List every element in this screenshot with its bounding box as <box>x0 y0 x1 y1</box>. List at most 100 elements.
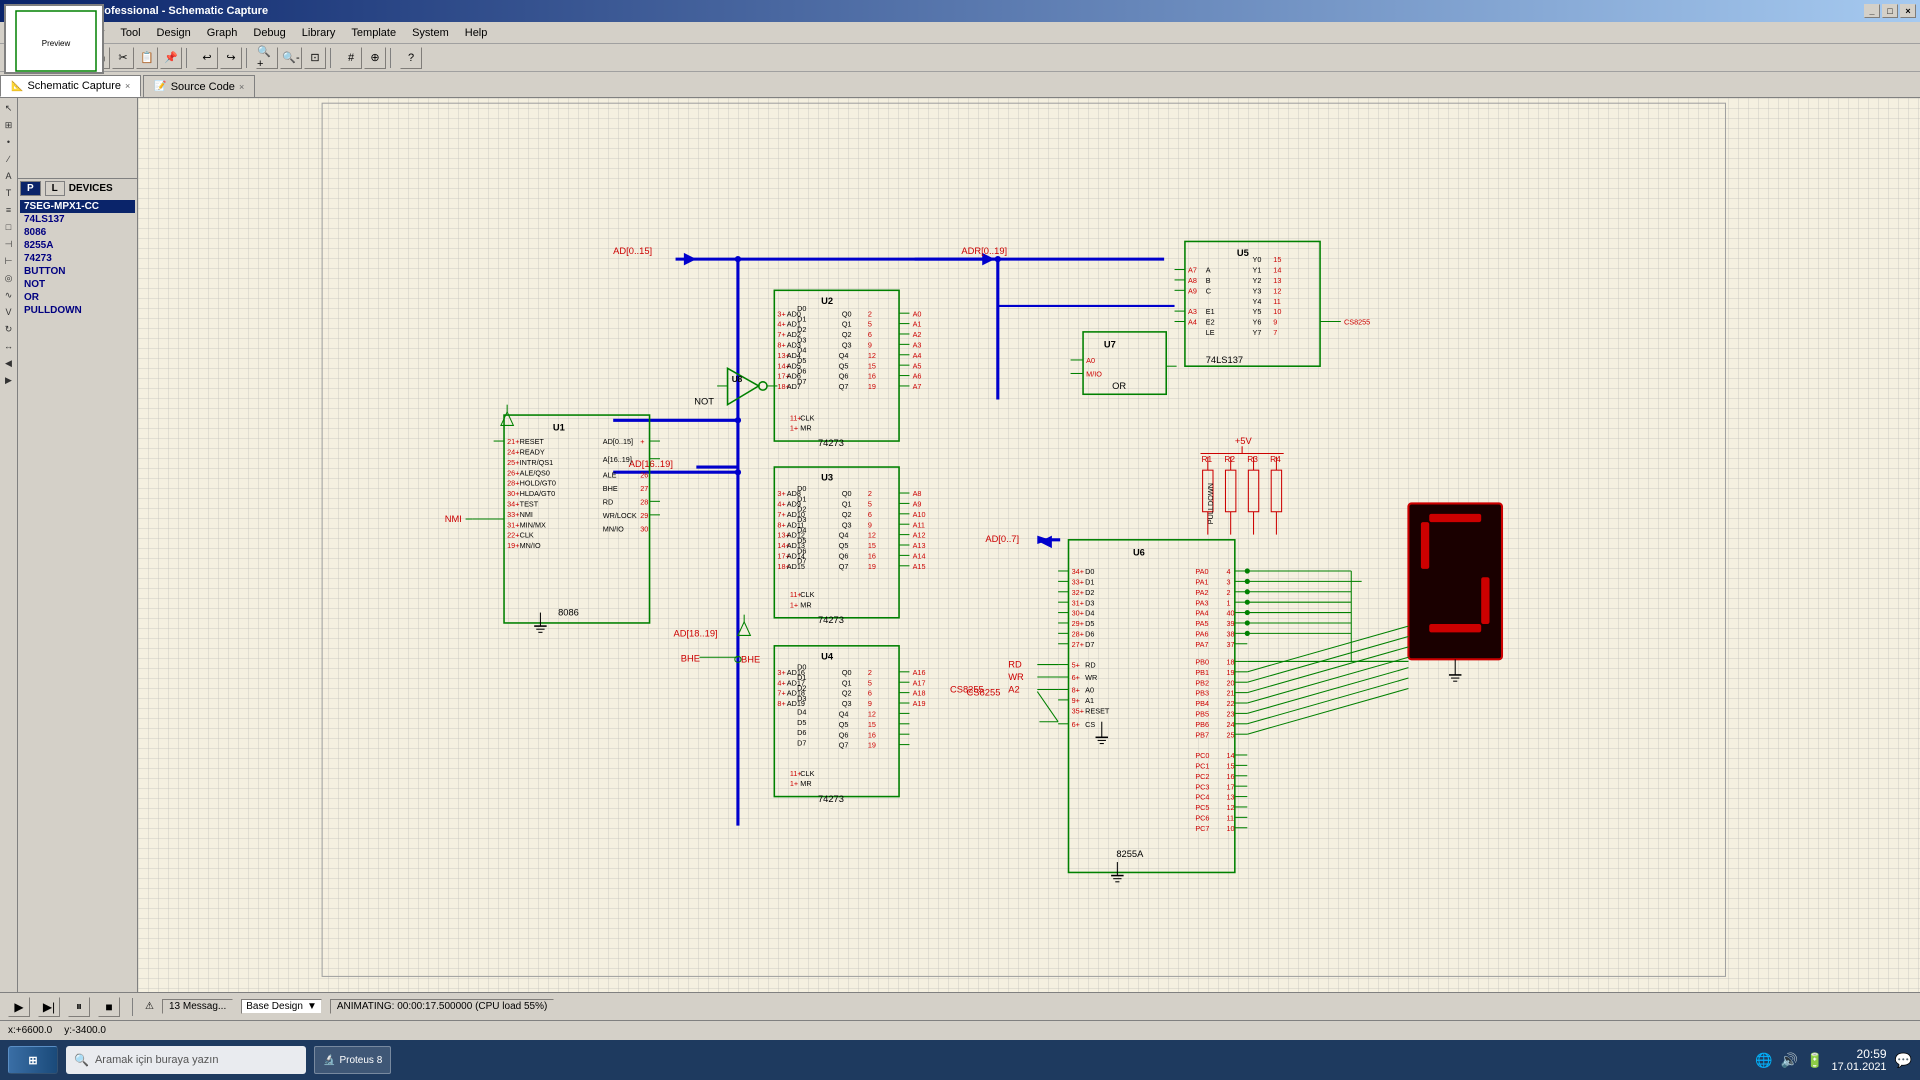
menu-graph[interactable]: Graph <box>199 25 246 41</box>
device-pulldown[interactable]: PULLDOWN <box>20 304 135 317</box>
step-button[interactable]: ▶| <box>38 997 60 1017</box>
svg-text:5+: 5+ <box>1072 661 1080 670</box>
svg-text:12: 12 <box>868 351 876 360</box>
copy-button[interactable]: 📋 <box>136 47 158 69</box>
speaker-icon[interactable]: 🔊 <box>1781 1052 1798 1069</box>
u3-component[interactable]: U3 3+ AD8 4+ AD9 7+ AD10 8+ AD11 13+ AD1… <box>774 467 909 625</box>
menu-help[interactable]: Help <box>457 25 496 41</box>
wire-tool[interactable]: ∕ <box>1 151 17 167</box>
panel-tab-p[interactable]: P <box>20 181 41 196</box>
tab-source-close[interactable]: × <box>239 82 244 92</box>
menu-debug[interactable]: Debug <box>245 25 293 41</box>
svg-text:TEST: TEST <box>520 500 539 509</box>
svg-text:15: 15 <box>868 720 876 729</box>
zoom-fit-button[interactable]: ⊡ <box>304 47 326 69</box>
stop-button[interactable]: ■ <box>98 997 120 1017</box>
svg-text:Q3: Q3 <box>842 520 852 529</box>
zoom-in-button[interactable]: 🔍+ <box>256 47 278 69</box>
display-component[interactable] <box>1408 503 1502 659</box>
svg-text:A1: A1 <box>913 320 922 329</box>
rotate-tool[interactable]: ↻ <box>1 321 17 337</box>
search-bar[interactable]: 🔍 Aramak için buraya yazın <box>66 1046 306 1074</box>
svg-text:Q1: Q1 <box>842 320 852 329</box>
time-display: 20:59 <box>1832 1047 1887 1061</box>
schematic-canvas-area[interactable]: AD[0..15] ADR[0..19] AD[16..19] BHE CS82… <box>138 98 1920 992</box>
terminal-tool[interactable]: ⊣ <box>1 236 17 252</box>
svg-text:33+: 33+ <box>1072 578 1084 587</box>
probe-tool[interactable]: ⊢ <box>1 253 17 269</box>
animating-text: ANIMATING: 00:00:17.500000 (CPU load 55%… <box>330 999 554 1014</box>
cut-button[interactable]: ✂ <box>112 47 134 69</box>
volt-tool[interactable]: V <box>1 304 17 320</box>
menu-system[interactable]: System <box>404 25 457 41</box>
u4-component[interactable]: U4 3+ AD16 4+ AD17 7+ AD18 8+ AD19 D0 D1… <box>774 646 909 804</box>
u8-component[interactable]: U8 NOT <box>694 368 777 406</box>
design-label: Base Design <box>246 1001 303 1012</box>
device-sidebar: Preview P L DEVICES 7SEG-MPX1-CC 74LS137… <box>18 98 138 992</box>
svg-text:8+: 8+ <box>777 520 785 529</box>
svg-text:16: 16 <box>868 372 876 381</box>
subcircuit-tool[interactable]: □ <box>1 219 17 235</box>
device-not[interactable]: NOT <box>20 278 135 291</box>
dropdown-arrow-icon: ▼ <box>307 1001 317 1012</box>
svg-text:WR: WR <box>1008 672 1024 682</box>
start-button[interactable]: ⊞ <box>8 1046 58 1074</box>
help-button[interactable]: ? <box>400 47 422 69</box>
warning-message[interactable]: 13 Messag... <box>162 999 233 1014</box>
design-dropdown[interactable]: Base Design ▼ <box>241 999 322 1014</box>
paste-button[interactable]: 📌 <box>160 47 182 69</box>
device-8086[interactable]: 8086 <box>20 226 135 239</box>
play-button[interactable]: ▶ <box>8 997 30 1017</box>
menu-design[interactable]: Design <box>149 25 199 41</box>
tab-schematic-close[interactable]: × <box>125 81 130 91</box>
svg-text:PC0: PC0 <box>1195 751 1209 760</box>
svg-text:PC7: PC7 <box>1195 824 1209 833</box>
prev-tool[interactable]: ◀ <box>1 355 17 371</box>
tab-source[interactable]: 📝 Source Code × <box>143 75 255 97</box>
undo-button[interactable]: ↩ <box>196 47 218 69</box>
panel-tab-l[interactable]: L <box>45 181 65 196</box>
gen-tool[interactable]: ∿ <box>1 287 17 303</box>
junction-tool[interactable]: • <box>1 134 17 150</box>
close-button[interactable]: × <box>1900 4 1916 18</box>
battery-icon[interactable]: 🔋 <box>1806 1052 1823 1069</box>
component-tool[interactable]: ⊞ <box>1 117 17 133</box>
label-tool[interactable]: A <box>1 168 17 184</box>
pause-button[interactable]: ⏸ <box>68 997 90 1017</box>
device-74ls137[interactable]: 74LS137 <box>20 213 135 226</box>
device-or[interactable]: OR <box>20 291 135 304</box>
menu-library[interactable]: Library <box>294 25 344 41</box>
svg-text:D3: D3 <box>1085 598 1094 607</box>
minimize-button[interactable]: _ <box>1864 4 1880 18</box>
device-74273[interactable]: 74273 <box>20 252 135 265</box>
maximize-button[interactable]: □ <box>1882 4 1898 18</box>
device-button[interactable]: BUTTON <box>20 265 135 278</box>
origin-button[interactable]: ⊕ <box>364 47 386 69</box>
svg-text:AD[18..19]: AD[18..19] <box>673 628 717 638</box>
u1-component[interactable]: U1 21+ RESET 24+ READY 25+ INTR/QS1 26+ … <box>494 415 660 632</box>
tape-tool[interactable]: ◎ <box>1 270 17 286</box>
network-icon[interactable]: 🌐 <box>1755 1052 1772 1069</box>
menu-tool[interactable]: Tool <box>112 25 148 41</box>
device-7seg[interactable]: 7SEG-MPX1-CC <box>20 200 135 213</box>
bus-tool[interactable]: ≡ <box>1 202 17 218</box>
device-8255a[interactable]: 8255A <box>20 239 135 252</box>
u6-component[interactable]: U6 34+ D0 33+ D1 32+ D2 31+ D3 30+ D4 <box>1058 540 1247 882</box>
svg-text:D1: D1 <box>797 494 806 503</box>
select-tool[interactable]: ↖ <box>1 100 17 116</box>
redo-button[interactable]: ↪ <box>220 47 242 69</box>
next-tool[interactable]: ▶ <box>1 372 17 388</box>
taskbar-proteus[interactable]: 🔬 Proteus 8 <box>314 1046 391 1074</box>
u2-component[interactable]: U2 3+ AD0 4+ AD1 7+ AD2 8+ AD3 13+ AD4 1… <box>774 290 909 448</box>
menu-template[interactable]: Template <box>343 25 404 41</box>
notification-icon[interactable]: 💬 <box>1895 1052 1912 1069</box>
svg-text:Q2: Q2 <box>842 330 852 339</box>
tab-schematic[interactable]: 📐 Schematic Capture × <box>0 75 141 97</box>
text-tool[interactable]: T <box>1 185 17 201</box>
mirror-tool[interactable]: ↔ <box>1 338 17 354</box>
zoom-out-button[interactable]: 🔍- <box>280 47 302 69</box>
schematic-grid[interactable]: AD[0..15] ADR[0..19] AD[16..19] BHE CS82… <box>138 98 1920 992</box>
u7-component[interactable]: U7 A0 M/IO OR <box>1071 332 1177 394</box>
u5-component[interactable]: U5 A7 A8 A9 A B C A3 E1 A4 E2 <box>1175 241 1371 366</box>
grid-button[interactable]: # <box>340 47 362 69</box>
